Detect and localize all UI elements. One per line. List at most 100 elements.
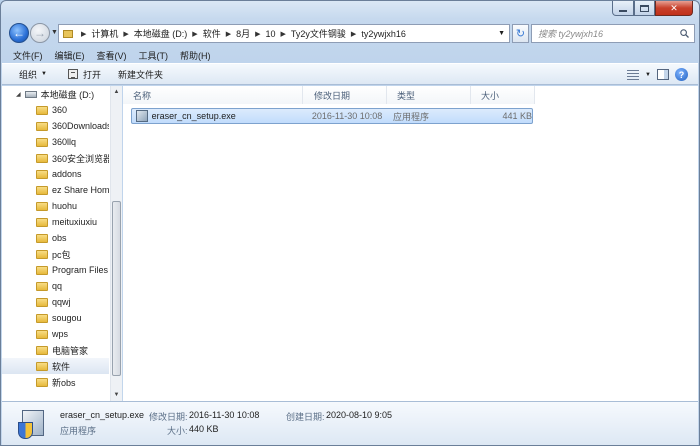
tree-folder-item[interactable]: qq <box>2 278 109 294</box>
tree-folder-item[interactable]: pc包 <box>2 246 109 262</box>
tree-folder-item[interactable]: meituxiuxiu <box>2 214 109 230</box>
command-bar: 组织 ▼ 打开 新建文件夹 ▼ ? <box>2 63 698 85</box>
scroll-up-arrow-icon[interactable]: ▲ <box>111 86 122 98</box>
breadcrumb-item[interactable]: 10 <box>266 29 276 39</box>
tree-folder-label: 360 <box>52 105 68 115</box>
scroll-down-arrow-icon[interactable]: ▼ <box>111 389 122 401</box>
address-history-dropdown[interactable]: ▼ <box>498 30 505 37</box>
breadcrumb-separator-icon[interactable]: ▶ <box>81 30 86 38</box>
address-bar[interactable]: ▶ 计算机 ▶ 本地磁盘 (D:) ▶ 软件 ▶ 8月 ▶ 10 ▶ Ty2y文件钢骏 ▶ ty2ywjx… <box>58 24 510 43</box>
breadcrumb-item[interactable]: 软件 <box>203 27 221 40</box>
column-headers: 名称 修改日期 类型 大小 <box>123 86 535 104</box>
close-button[interactable]: ✕ <box>655 1 693 16</box>
folder-icon <box>36 105 48 115</box>
maximize-button[interactable] <box>634 1 655 16</box>
breadcrumb-item[interactable]: 8月 <box>236 27 250 40</box>
organize-label: 组织 <box>19 69 38 80</box>
details-modified-label: 修改日期: <box>149 412 188 422</box>
breadcrumb-separator-icon[interactable]: ▶ <box>255 30 260 38</box>
tree-folder-item[interactable]: 360 <box>2 102 109 118</box>
menu-view[interactable]: 查看(V) <box>97 49 127 62</box>
search-box <box>531 24 695 43</box>
minimize-icon <box>619 9 627 12</box>
column-size[interactable]: 大小 <box>471 86 535 104</box>
refresh-button[interactable]: ↻ <box>512 24 529 43</box>
tree-folder-item[interactable]: 360Downloads <box>2 118 109 134</box>
breadcrumb-item[interactable]: ty2ywjxh16 <box>361 29 406 39</box>
tree-folder-item[interactable]: 电脑管家 <box>2 342 109 358</box>
tree-folder-item[interactable]: ez Share Home <box>2 182 109 198</box>
breadcrumb-separator-icon[interactable]: ▶ <box>351 30 356 38</box>
tree-folder-item[interactable]: 360llq <box>2 134 109 150</box>
file-name: eraser_cn_setup.exe <box>151 111 236 121</box>
breadcrumb-separator-icon[interactable]: ▶ <box>123 30 128 38</box>
view-options-chevron-icon[interactable]: ▼ <box>645 72 651 78</box>
column-type[interactable]: 类型 <box>387 86 471 104</box>
breadcrumb-separator-icon[interactable]: ▶ <box>192 30 197 38</box>
breadcrumb-item[interactable]: Ty2y文件钢骏 <box>291 27 346 40</box>
tree-folder-item[interactable]: huohu <box>2 198 109 214</box>
details-pane: eraser_cn_setup.exe 应用程序 修改日期: 2016-11-3… <box>2 401 698 445</box>
tree-scrollbar[interactable]: ▲ ▼ <box>110 86 122 401</box>
file-row[interactable]: eraser_cn_setup.exe 2016-11-30 10:08 应用程… <box>131 108 533 124</box>
folder-icon <box>36 137 48 147</box>
tree-folder-label: ez Share Home <box>52 185 109 195</box>
folder-icon <box>36 377 48 387</box>
breadcrumb-item[interactable]: 计算机 <box>91 27 118 40</box>
tree-folder-item[interactable]: Program Files <box>2 262 109 278</box>
tree-folder-label: 360llq <box>52 137 77 147</box>
expand-arrow-icon[interactable]: ◢ <box>16 91 21 98</box>
close-icon: ✕ <box>670 2 678 13</box>
tree-folder-label: 电脑管家 <box>52 345 89 356</box>
details-file-type: 应用程序 <box>60 426 97 436</box>
view-controls: ▼ ? <box>627 68 688 81</box>
column-name[interactable]: 名称 <box>123 86 303 104</box>
file-type: 应用程序 <box>393 111 430 122</box>
search-input[interactable] <box>538 28 678 39</box>
folder-icon <box>36 265 48 275</box>
explorer-window: ✕ ← → ▼ ▶ 计算机 ▶ 本地磁盘 (D:) ▶ 软件 ▶ 8月 ▶ 10 ▶ Ty2y文件钢骏… <box>0 0 700 446</box>
search-icon[interactable] <box>680 29 689 38</box>
tree-folder-label: huohu <box>52 201 78 211</box>
folder-icon <box>36 233 48 243</box>
minimize-button[interactable] <box>612 1 634 16</box>
preview-pane-icon[interactable] <box>657 69 669 80</box>
menu-tools[interactable]: 工具(T) <box>139 49 169 62</box>
help-icon[interactable]: ? <box>675 68 688 81</box>
file-date: 2016-11-30 10:08 <box>311 111 383 121</box>
forward-button[interactable]: → <box>30 23 50 43</box>
recent-pages-dropdown[interactable]: ▼ <box>51 29 58 36</box>
menu-edit[interactable]: 编辑(E) <box>55 49 85 62</box>
menu-file[interactable]: 文件(F) <box>13 49 43 62</box>
column-date-modified[interactable]: 修改日期 <box>303 86 387 104</box>
folder-icon <box>36 121 48 131</box>
change-view-icon[interactable] <box>627 69 640 80</box>
tree-drive-d[interactable]: ◢ 本地磁盘 (D:) <box>2 86 109 102</box>
tree-folder-item[interactable]: obs <box>2 230 109 246</box>
tree-folder-label: pc包 <box>52 249 71 260</box>
tree-folder-item[interactable]: 软件 <box>2 358 109 374</box>
tree-folder-item[interactable]: qqwj <box>2 294 109 310</box>
new-folder-button[interactable]: 新建文件夹 <box>118 68 163 81</box>
tree-folder-label: qq <box>52 281 63 291</box>
tree-folder-item[interactable]: wps <box>2 326 109 342</box>
tree-drive-label: 本地磁盘 (D:) <box>40 89 95 100</box>
tree-folder-item[interactable]: sougou <box>2 310 109 326</box>
menu-help[interactable]: 帮助(H) <box>180 49 211 62</box>
tree-folder-label: obs <box>52 233 67 243</box>
organize-button[interactable]: 组织 ▼ <box>19 68 47 81</box>
navigation-row: ← → ▼ ▶ 计算机 ▶ 本地磁盘 (D:) ▶ 软件 ▶ 8月 ▶ 10 ▶ Ty2y文件钢骏 ▶ t… <box>7 23 695 45</box>
tree-folder-item[interactable]: 新obs <box>2 374 109 390</box>
breadcrumb-item[interactable]: 本地磁盘 (D:) <box>134 27 188 40</box>
back-button[interactable]: ← <box>9 23 29 43</box>
tree-folder-item[interactable]: addons <box>2 166 109 182</box>
tree-folder-label: Program Files <box>52 265 109 275</box>
folder-icon <box>36 329 48 339</box>
tree-folder-label: 软件 <box>52 361 71 372</box>
breadcrumb-separator-icon[interactable]: ▶ <box>226 30 231 38</box>
scrollbar-thumb[interactable] <box>112 201 121 376</box>
open-button[interactable]: 打开 <box>68 68 101 81</box>
folder-icon <box>36 217 48 227</box>
tree-folder-item[interactable]: 360安全浏览器 <box>2 150 109 166</box>
breadcrumb-separator-icon[interactable]: ▶ <box>281 30 286 38</box>
